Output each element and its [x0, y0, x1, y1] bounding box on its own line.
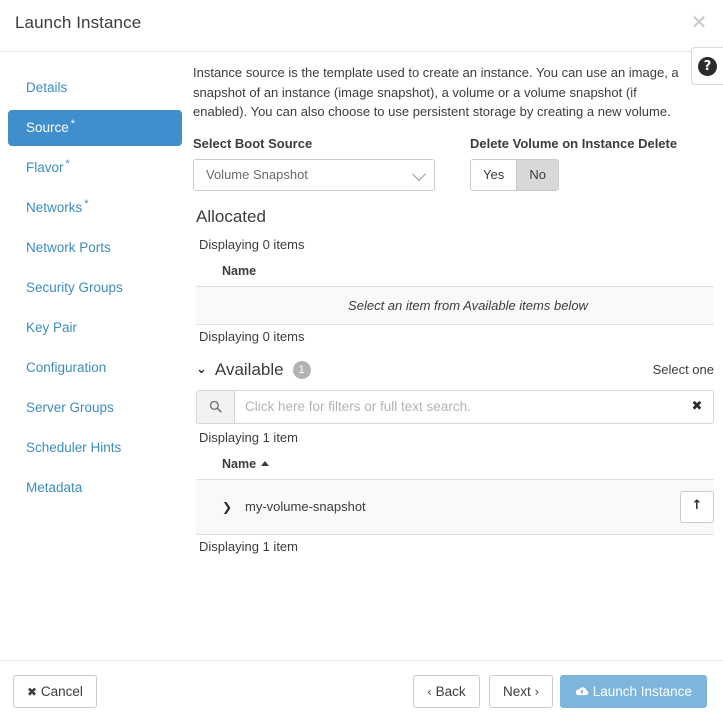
search-icon[interactable]: [197, 391, 235, 423]
back-button[interactable]: ‹ Back: [413, 675, 480, 708]
sidebar-item-networks[interactable]: Networks*: [8, 190, 182, 226]
modal-body: Details Source* Flavor* Networks* Networ…: [0, 53, 723, 660]
sidebar-item-label: Source: [26, 120, 69, 135]
sidebar-item-label: Key Pair: [26, 320, 77, 335]
allocated-table: Name Select an item from Available items…: [196, 258, 714, 325]
sidebar-item-details[interactable]: Details: [8, 70, 182, 106]
boot-source-row: Select Boot Source Volume Snapshot Delet…: [193, 136, 713, 191]
select-mode-label: Select one: [653, 362, 714, 377]
available-count-badge: 1: [293, 361, 311, 379]
chevron-right-icon[interactable]: ❯: [222, 500, 232, 514]
available-column-actions: [654, 451, 714, 480]
close-icon[interactable]: ✕: [688, 11, 710, 33]
delete-volume-label: Delete Volume on Instance Delete: [470, 136, 677, 151]
required-marker: *: [66, 158, 70, 170]
table-header-row: Name: [196, 258, 714, 287]
delete-volume-yes-button[interactable]: Yes: [471, 160, 516, 190]
sidebar-item-label: Networks: [26, 200, 82, 215]
search-bar: ✖: [196, 390, 714, 424]
search-input[interactable]: [235, 391, 681, 423]
boot-source-value: Volume Snapshot: [206, 167, 308, 182]
delete-volume-toggle: Yes No: [470, 159, 559, 191]
sidebar-item-label: Security Groups: [26, 280, 123, 295]
table-header-row: Name: [196, 451, 714, 480]
allocated-column-name: Name: [196, 258, 714, 287]
boot-source-label: Select Boot Source: [193, 136, 470, 151]
available-count-bottom: Displaying 1 item: [193, 539, 713, 554]
chevron-down-icon[interactable]: ⌄: [196, 362, 207, 377]
cancel-button[interactable]: ✖ Cancel: [13, 675, 97, 708]
chevron-down-icon: [412, 166, 426, 180]
sidebar-item-scheduler-hints[interactable]: Scheduler Hints: [8, 430, 182, 466]
allocated-count-top: Displaying 0 items: [193, 237, 713, 252]
sidebar-item-network-ports[interactable]: Network Ports: [8, 230, 182, 266]
x-icon: ✖: [27, 685, 37, 699]
available-row-name: my-volume-snapshot: [245, 499, 366, 514]
chevron-right-icon: ›: [535, 685, 540, 699]
wizard-main-panel: Instance source is the template used to …: [190, 53, 723, 660]
launch-instance-button-label: Launch Instance: [593, 684, 692, 699]
next-button-label: Next: [503, 684, 531, 699]
modal-header: Launch Instance ✕: [0, 0, 723, 52]
required-marker: *: [84, 198, 88, 210]
delete-volume-group: Delete Volume on Instance Delete Yes No: [470, 136, 677, 191]
back-button-label: Back: [436, 684, 466, 699]
sort-ascending-icon: [261, 461, 269, 466]
wizard-sidebar: Details Source* Flavor* Networks* Networ…: [0, 53, 190, 510]
allocated-empty-message: Select an item from Available items belo…: [196, 286, 714, 324]
chevron-left-icon: ‹: [427, 685, 432, 699]
available-row-name-cell: ❯ my-volume-snapshot: [196, 479, 654, 534]
cancel-button-label: Cancel: [41, 684, 83, 699]
boot-source-group: Select Boot Source Volume Snapshot: [193, 136, 470, 191]
sidebar-item-server-groups[interactable]: Server Groups: [8, 390, 182, 426]
sidebar-item-flavor[interactable]: Flavor*: [8, 150, 182, 186]
sidebar-item-security-groups[interactable]: Security Groups: [8, 270, 182, 306]
next-button[interactable]: Next ›: [489, 675, 553, 708]
available-header: ⌄ Available 1 Select one: [196, 360, 714, 380]
sidebar-item-label: Configuration: [26, 360, 106, 375]
source-description: Instance source is the template used to …: [193, 63, 680, 122]
sidebar-item-label: Flavor: [26, 160, 64, 175]
table-row: Select an item from Available items belo…: [196, 286, 714, 324]
launch-instance-button[interactable]: Launch Instance: [560, 675, 707, 708]
help-question-icon: ?: [698, 57, 717, 76]
clear-x-icon[interactable]: ✖: [681, 391, 713, 423]
sidebar-item-label: Server Groups: [26, 400, 114, 415]
sidebar-item-label: Network Ports: [26, 240, 111, 255]
sidebar-item-key-pair[interactable]: Key Pair: [8, 310, 182, 346]
modal-footer: ✖ Cancel ‹ Back Next › Launch Instance: [0, 660, 723, 721]
sidebar-item-label: Details: [26, 80, 67, 95]
available-count-top: Displaying 1 item: [193, 430, 713, 445]
available-row-action-cell: ↑: [654, 479, 714, 534]
delete-volume-no-button[interactable]: No: [516, 160, 558, 190]
allocated-title: Allocated: [193, 207, 713, 227]
sidebar-item-configuration[interactable]: Configuration: [8, 350, 182, 386]
help-button[interactable]: ?: [691, 47, 723, 85]
table-row[interactable]: ❯ my-volume-snapshot ↑: [196, 479, 714, 534]
boot-source-select[interactable]: Volume Snapshot: [193, 159, 435, 191]
required-marker: *: [71, 118, 75, 130]
available-table: Name ❯ my-volume-snapshot ↑: [196, 451, 714, 535]
arrow-up-icon[interactable]: ↑: [680, 491, 714, 523]
sidebar-item-source[interactable]: Source*: [8, 110, 182, 146]
available-column-name[interactable]: Name: [196, 451, 654, 480]
sidebar-item-label: Metadata: [26, 480, 82, 495]
sidebar-item-label: Scheduler Hints: [26, 440, 121, 455]
available-title: Available: [215, 360, 284, 380]
available-column-name-label: Name: [222, 457, 256, 471]
sidebar-item-metadata[interactable]: Metadata: [8, 470, 182, 506]
cloud-upload-icon: [575, 686, 589, 697]
page-title: Launch Instance: [15, 13, 141, 33]
allocated-count-bottom: Displaying 0 items: [193, 329, 713, 344]
